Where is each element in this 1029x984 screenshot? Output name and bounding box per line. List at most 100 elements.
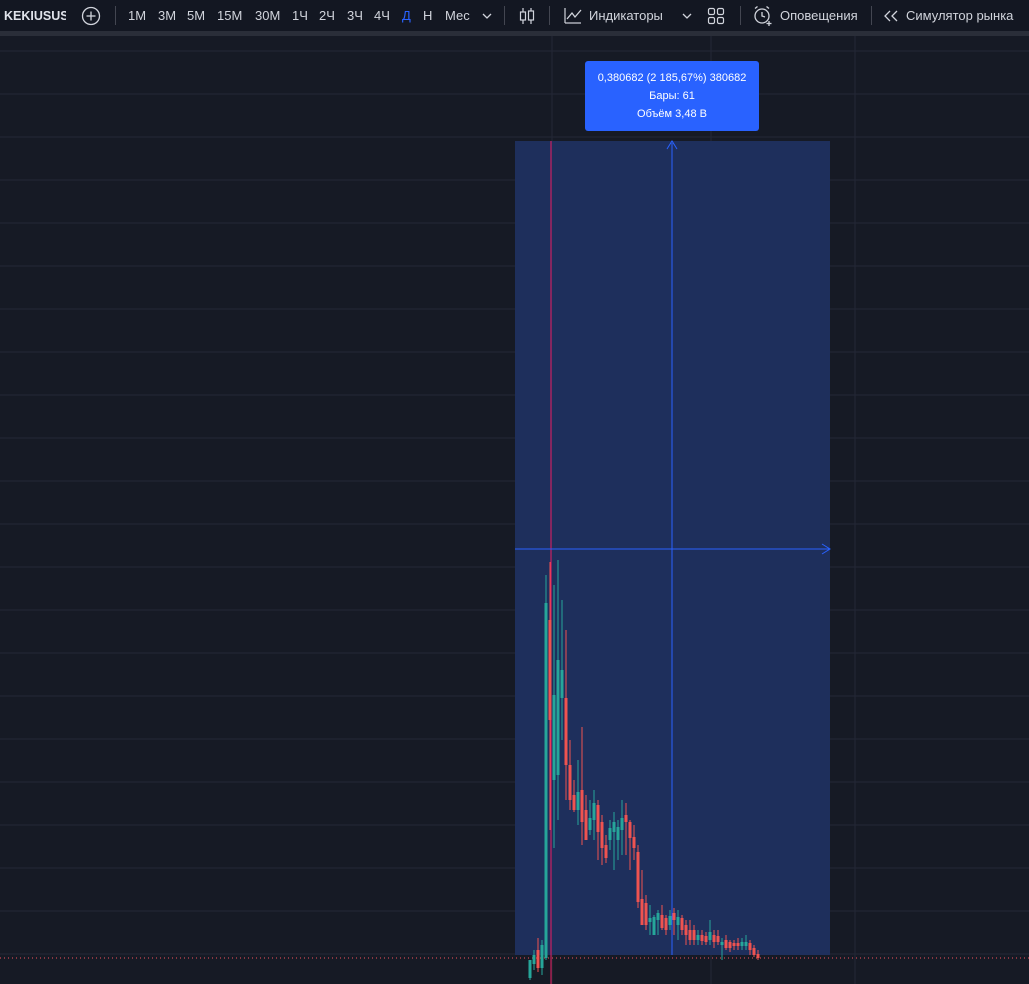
candle-body: [552, 695, 556, 780]
chevron-down-icon: [682, 13, 692, 19]
candle-body: [712, 935, 716, 942]
timeframe-3h[interactable]: 3Ч: [347, 0, 363, 31]
candle-body: [744, 942, 748, 946]
candle-body: [572, 795, 576, 810]
candle-body: [540, 945, 544, 968]
candle-body: [720, 942, 724, 945]
rewind-icon: [884, 10, 898, 21]
candle-body: [636, 852, 640, 902]
timeframe-2h[interactable]: 2Ч: [319, 0, 335, 31]
chart-canvas[interactable]: [0, 36, 1029, 984]
candles-icon: [519, 7, 535, 24]
grid-lines: [0, 36, 1029, 984]
candle-body: [644, 903, 648, 925]
candle-body: [692, 930, 696, 940]
measure-bars-text: Бары: 61: [649, 90, 695, 102]
layouts-button[interactable]: [706, 0, 726, 31]
candle-body: [596, 805, 600, 832]
candle-body: [732, 943, 736, 946]
candle-body: [704, 936, 708, 942]
indicators-button[interactable]: Индикаторы: [563, 0, 663, 31]
alerts-button[interactable]: Оповещения: [752, 0, 858, 31]
candle-body: [588, 818, 592, 830]
chevron-down-icon: [482, 13, 492, 19]
candle-body: [612, 822, 616, 832]
candle-body: [560, 670, 564, 698]
bar-replay-label: Симулятор рынка: [906, 8, 1014, 23]
toolbar-divider: [504, 6, 505, 25]
measure-change-text: 0,380682 (2 185,67%) 380682: [597, 72, 747, 84]
candle-body: [608, 828, 612, 840]
chart-pane[interactable]: 0,380682 (2 185,67%) 380682 Бары: 61 Объ…: [0, 36, 1029, 984]
candle-body: [668, 916, 672, 925]
candle-body: [648, 918, 652, 922]
candle-body: [624, 815, 628, 822]
candle-body: [580, 790, 584, 822]
timeframe-15m[interactable]: 15М: [217, 0, 242, 31]
alerts-label: Оповещения: [780, 8, 858, 23]
candle-body: [604, 845, 608, 858]
candle-body: [656, 913, 660, 920]
candle-body: [728, 942, 732, 948]
candle-body: [584, 810, 588, 840]
candle-body: [556, 660, 560, 775]
indicators-label: Индикаторы: [589, 8, 663, 23]
measure-volume-text: Объём 3,48 B: [637, 108, 707, 120]
top-toolbar: KEKIUSUS 1М 3М 5М 15М 30М 1Ч 2Ч 3Ч 4Ч Д …: [0, 0, 1029, 31]
candle-body: [568, 765, 572, 800]
candle-body: [548, 620, 552, 720]
candle-body: [592, 803, 596, 820]
candle-body: [528, 960, 532, 978]
candle-body: [740, 942, 744, 946]
candle-body: [660, 915, 664, 928]
alarm-clock-icon: [754, 5, 772, 26]
candle-body: [532, 955, 536, 964]
candle-body: [748, 943, 752, 950]
candle-body: [544, 603, 548, 958]
candle-body: [752, 948, 756, 955]
timeframe-day[interactable]: Д: [402, 0, 411, 31]
indicators-icon: [564, 7, 582, 24]
candle-body: [676, 917, 680, 925]
candle-body: [640, 899, 644, 925]
chart-type-button[interactable]: [517, 0, 537, 31]
timeframe-month[interactable]: Мес: [445, 0, 470, 31]
timeframe-1m[interactable]: 1М: [128, 0, 146, 31]
candle-body: [576, 792, 580, 810]
timeframe-dropdown[interactable]: [481, 0, 493, 31]
candle-body: [672, 913, 676, 920]
candle-body: [616, 827, 620, 840]
toolbar-divider: [740, 6, 741, 25]
candle-body: [652, 917, 656, 935]
measure-tooltip: 0,380682 (2 185,67%) 380682 Бары: 61 Объ…: [585, 61, 759, 131]
candle-body: [564, 698, 568, 765]
grid-layout-icon: [707, 7, 725, 24]
candle-body: [716, 936, 720, 942]
timeframe-3m[interactable]: 3М: [158, 0, 176, 31]
candle-body: [600, 822, 604, 848]
indicators-dropdown[interactable]: [681, 0, 693, 31]
candle-body: [696, 935, 700, 940]
candle-body: [724, 940, 728, 948]
timeframe-4h[interactable]: 4Ч: [374, 0, 390, 31]
timeframe-1h[interactable]: 1Ч: [292, 0, 308, 31]
bar-replay-button[interactable]: Симулятор рынка: [882, 0, 1013, 31]
symbol-search[interactable]: KEKIUSUS: [4, 0, 66, 31]
compare-add-button[interactable]: [81, 0, 101, 31]
timeframe-30m[interactable]: 30М: [255, 0, 280, 31]
candle-body: [620, 818, 624, 830]
candle-body: [632, 837, 636, 848]
plus-circle-icon: [81, 6, 101, 25]
candle-body: [680, 918, 684, 930]
candle-body: [688, 930, 692, 940]
timeframe-week[interactable]: Н: [423, 0, 432, 31]
candle-body: [684, 925, 688, 935]
toolbar-divider: [115, 6, 116, 25]
toolbar-divider: [549, 6, 550, 25]
candle-body: [756, 954, 760, 958]
candle-body: [536, 950, 540, 968]
toolbar-divider: [871, 6, 872, 25]
candle-body: [628, 822, 632, 838]
timeframe-5m[interactable]: 5М: [187, 0, 205, 31]
candle-body: [708, 932, 712, 940]
